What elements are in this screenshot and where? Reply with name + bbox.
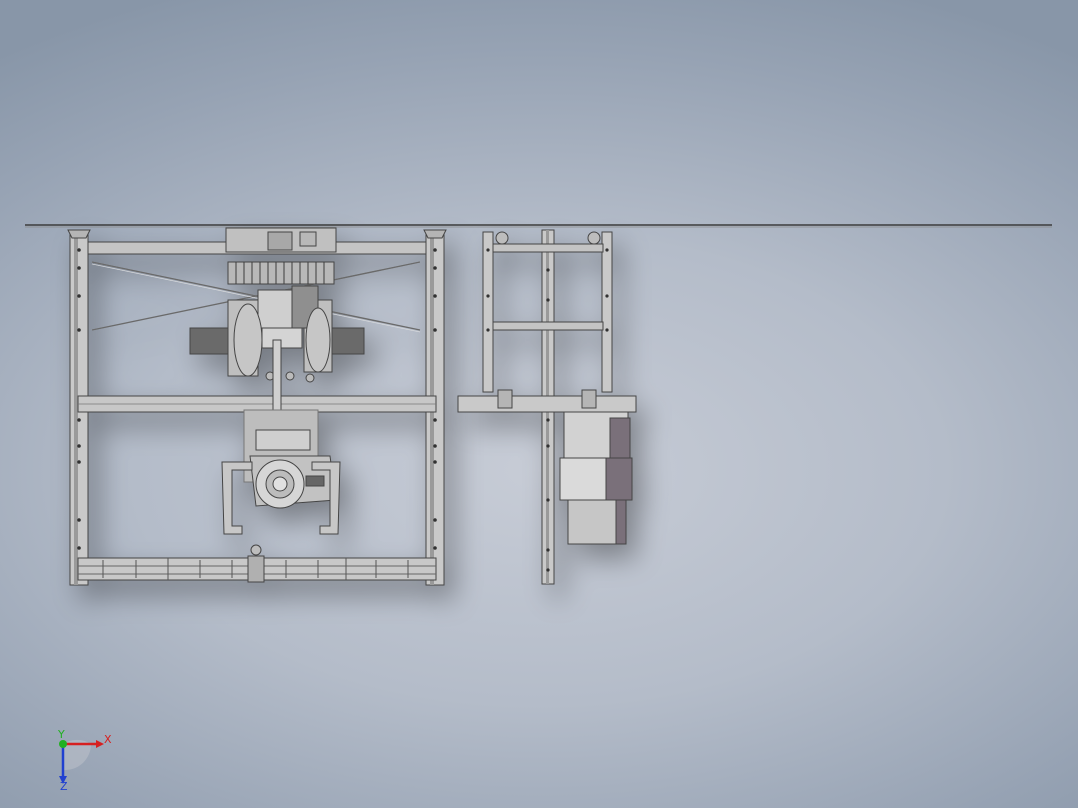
y-axis-label: Y <box>57 728 65 741</box>
right-frame-assembly[interactable] <box>457 229 637 585</box>
z-axis-label: Z <box>60 780 68 793</box>
y-axis-marker <box>59 740 67 748</box>
assembly-drawing[interactable]: X Y Z <box>0 0 1078 808</box>
left-frame-assembly[interactable] <box>67 227 447 586</box>
x-axis-label: X <box>104 733 112 746</box>
coordinate-triad: X Y Z <box>57 728 112 793</box>
overhead-rail <box>25 224 1052 228</box>
cad-viewport[interactable]: X Y Z <box>0 0 1078 808</box>
